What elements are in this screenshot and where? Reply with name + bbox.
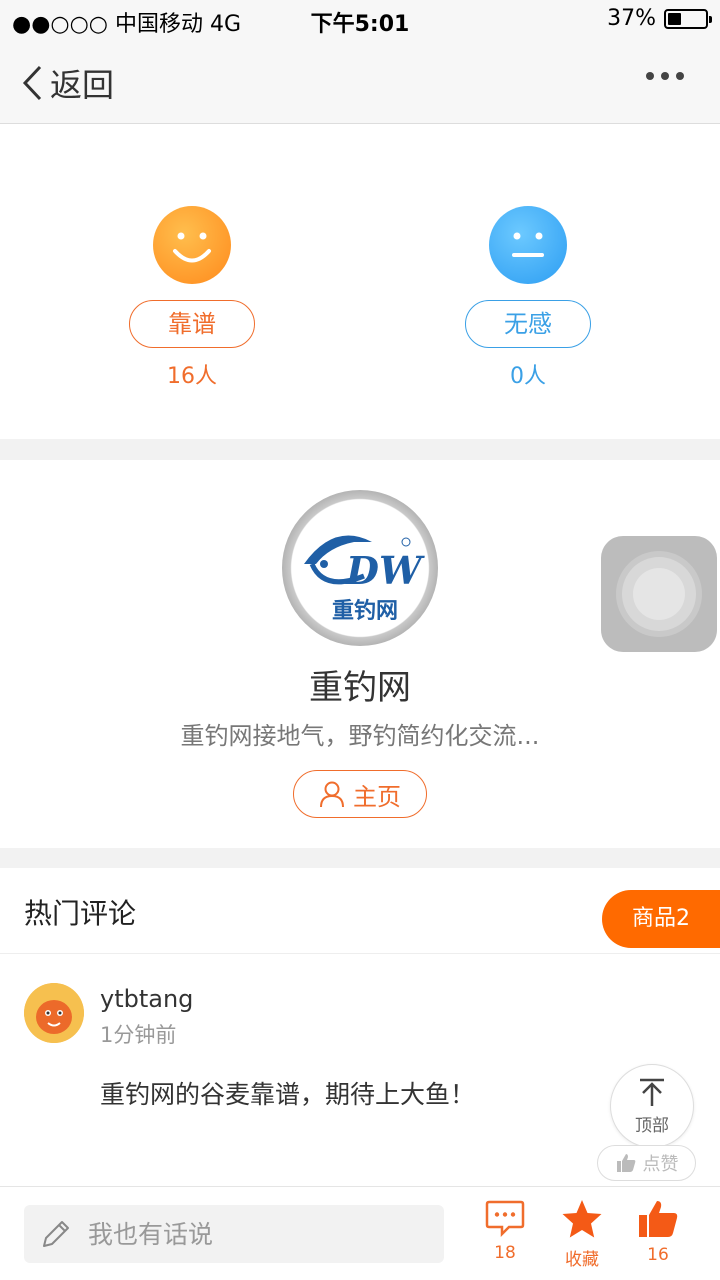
battery-status: 37% bbox=[607, 6, 712, 31]
happy-face-icon[interactable] bbox=[153, 206, 231, 284]
chevron-left-icon bbox=[22, 65, 42, 101]
home-page-label: 主页 bbox=[353, 782, 401, 811]
back-button[interactable]: 返回 bbox=[20, 60, 114, 106]
user-icon bbox=[320, 781, 344, 808]
vote-indifferent: 无感 0人 bbox=[463, 206, 593, 390]
comment-icon bbox=[485, 1200, 525, 1238]
comment-text: 重钓网的谷麦靠谱，期待上大鱼！ bbox=[100, 1080, 476, 1109]
hot-comments-title: 热门评论 bbox=[24, 897, 137, 930]
author-profile: DW 重钓网 重钓网 重钓网接地气，野钓简约化交流... 主页 bbox=[0, 460, 720, 848]
comment-time: 1分钟前 bbox=[100, 1023, 177, 1047]
neutral-face-icon[interactable] bbox=[489, 206, 567, 284]
indifferent-button[interactable]: 无感 bbox=[465, 300, 591, 348]
battery-level bbox=[668, 12, 682, 25]
bottom-bar: 18 收藏 16 bbox=[0, 1186, 720, 1280]
comments-action[interactable]: 18 bbox=[470, 1199, 540, 1263]
assistive-touch-button[interactable] bbox=[601, 536, 717, 652]
back-to-top-button[interactable]: 顶部 bbox=[610, 1064, 694, 1148]
reliable-count: 16人 bbox=[167, 364, 217, 389]
arrow-up-icon bbox=[640, 1078, 664, 1106]
comments-count: 18 bbox=[494, 1243, 516, 1263]
favorite-label: 收藏 bbox=[565, 1250, 599, 1270]
home-page-button[interactable]: 主页 bbox=[293, 770, 427, 818]
comment-input-box[interactable] bbox=[24, 1205, 444, 1263]
comment-like-label: 点赞 bbox=[642, 1154, 679, 1175]
like-action[interactable]: 16 bbox=[623, 1199, 693, 1265]
favorite-action[interactable]: 收藏 bbox=[547, 1199, 617, 1270]
more-options-icon[interactable] bbox=[646, 72, 684, 80]
goods-button[interactable]: 商品2 bbox=[602, 890, 720, 948]
comment-input[interactable] bbox=[88, 1219, 408, 1249]
author-logo[interactable]: DW 重钓网 bbox=[282, 490, 438, 646]
section-divider bbox=[0, 848, 720, 868]
hot-comments-header: 热门评论 商品2 bbox=[0, 868, 720, 954]
status-bar: ●●○○○ 中国移动 4G 下午5:01 37% bbox=[0, 0, 720, 40]
vote-reliable: 靠谱 16人 bbox=[127, 206, 257, 390]
indifferent-count: 0人 bbox=[510, 364, 546, 389]
navigation-bar: 返回 bbox=[0, 40, 720, 124]
likes-count: 16 bbox=[647, 1245, 669, 1265]
comment-username[interactable]: ytbtang bbox=[100, 985, 193, 1013]
author-name: 重钓网 bbox=[309, 668, 411, 708]
thumbs-up-icon bbox=[639, 1201, 678, 1237]
author-description: 重钓网接地气，野钓简约化交流... bbox=[180, 722, 540, 750]
back-label: 返回 bbox=[50, 66, 115, 104]
avatar[interactable] bbox=[24, 983, 84, 1043]
section-divider bbox=[0, 439, 720, 460]
thumbs-up-icon bbox=[616, 1154, 635, 1172]
star-icon bbox=[562, 1200, 602, 1238]
vote-section: 靠谱 16人 无感 0人 bbox=[0, 124, 720, 439]
pencil-icon bbox=[43, 1221, 69, 1247]
reliable-button[interactable]: 靠谱 bbox=[129, 300, 255, 348]
back-to-top-label: 顶部 bbox=[635, 1116, 669, 1136]
svg-text:DW: DW bbox=[345, 548, 425, 593]
logo-text: 重钓网 bbox=[332, 598, 398, 624]
comment-like-button[interactable]: 点赞 bbox=[597, 1145, 696, 1181]
battery-percent: 37% bbox=[607, 6, 656, 31]
battery-icon bbox=[664, 8, 712, 29]
